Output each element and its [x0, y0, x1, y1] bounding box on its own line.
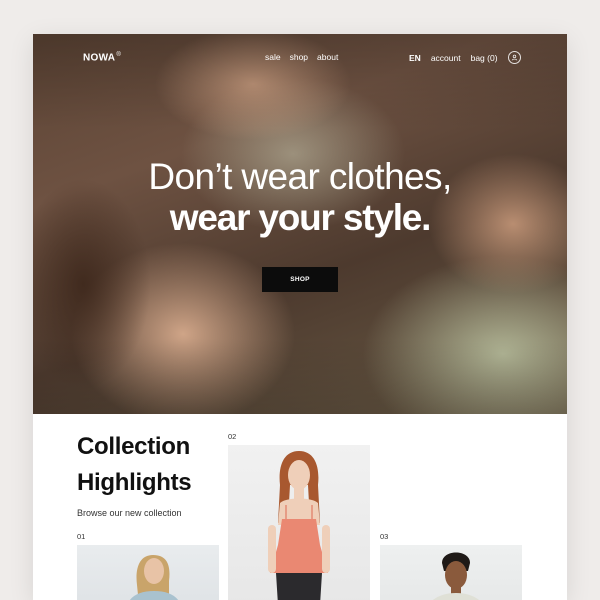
brand-logo[interactable]: NOWA® — [83, 52, 121, 63]
product-photo-02 — [268, 451, 330, 600]
account-link[interactable]: account — [431, 53, 461, 63]
bag-link[interactable]: bag (0) — [471, 53, 498, 63]
collection-title: Collection Highlights — [77, 429, 192, 501]
collection-subtitle: Browse our new collection — [77, 508, 182, 518]
item-number-02: 02 — [228, 432, 237, 441]
registered-mark: ® — [116, 52, 122, 58]
item-number-01: 01 — [77, 532, 86, 541]
product-card-02[interactable] — [228, 445, 370, 600]
product-photo-01 — [129, 555, 179, 600]
collection-title-line-1: Collection — [77, 433, 191, 460]
collection-title-line-2: Highlights — [77, 469, 192, 496]
product-photo-03 — [432, 552, 480, 600]
nav-link-about[interactable]: about — [317, 52, 338, 62]
item-number-03: 03 — [380, 532, 389, 541]
product-card-03[interactable] — [380, 545, 522, 600]
product-card-01[interactable] — [77, 545, 219, 600]
hero-banner: NOWA® sale shop about EN account bag (0)… — [33, 34, 567, 414]
user-icon[interactable] — [507, 51, 521, 64]
shop-button[interactable]: SHOP — [262, 267, 338, 292]
main-nav: sale shop about — [265, 52, 338, 62]
nav-link-shop[interactable]: shop — [290, 52, 308, 62]
user-icon-glyph — [511, 54, 517, 61]
headline-line-2: wear your style. — [169, 197, 432, 238]
brand-logo-text: NOWA — [83, 52, 116, 64]
utility-nav: EN account bag (0) — [409, 51, 521, 64]
website-frame: NOWA® sale shop about EN account bag (0)… — [33, 34, 567, 600]
nav-link-sale[interactable]: sale — [265, 52, 281, 62]
language-switch[interactable]: EN — [409, 53, 421, 63]
hero-headline: Don’t wear clothes, wear your style. — [33, 158, 567, 240]
headline-line-1: Don’t wear clothes, — [148, 156, 452, 197]
